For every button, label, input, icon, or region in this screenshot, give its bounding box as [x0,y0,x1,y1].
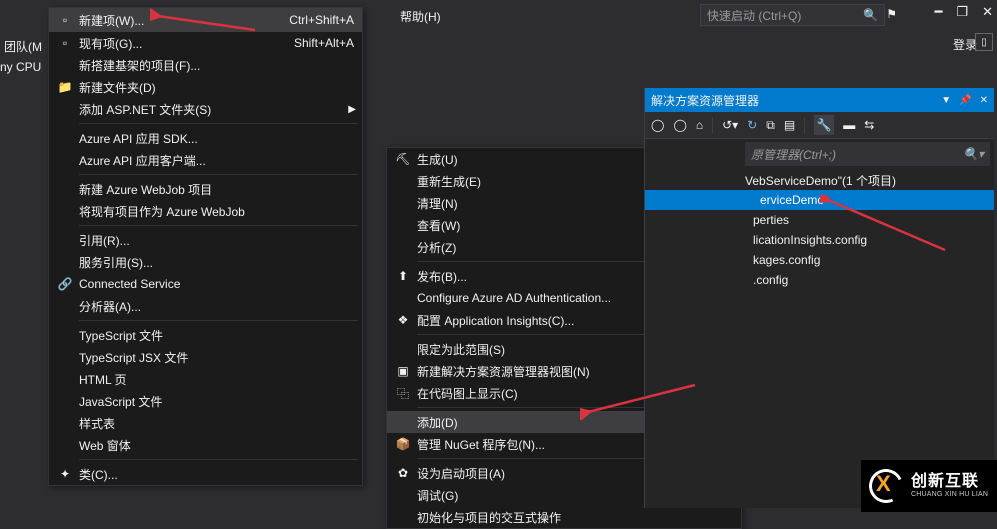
close-button[interactable]: ✕ [982,4,993,20]
quick-launch-placeholder: 快速启动 (Ctrl+Q) [707,7,801,24]
scaffold-item-menuitem[interactable]: 新搭建基架的项目(F)... [49,54,362,76]
show-all-icon[interactable]: ▤ [784,118,795,132]
startup-icon: ✿ [391,466,415,480]
connected-service-icon: 🔗 [53,277,77,291]
add-aspnet-folder-menuitem[interactable]: 添加 ASP.NET 文件夹(S) ▶ [49,98,362,120]
connected-service-menuitem[interactable]: 🔗Connected Service [49,273,362,295]
solution-tree: VebServiceDemo"(1 个项目) erviceDemo pertie… [645,168,994,290]
publish-icon: ⬆ [391,269,415,283]
azure-api-sdk-menuitem[interactable]: Azure API 应用 SDK... [49,127,362,149]
refresh-icon[interactable]: ↻ [747,118,757,132]
collapse-icon[interactable]: ⧉ [766,118,775,133]
pane-title: 解决方案资源管理器 [651,92,759,109]
solution-explorer-titlebar[interactable]: 解决方案资源管理器 ▼ 📌 ✕ [645,88,994,112]
javascript-file-menuitem[interactable]: JavaScript 文件 [49,390,362,412]
login-link[interactable]: 登录 [953,36,977,53]
nuget-icon: 📦 [391,437,415,451]
watermark-logo: X 创新互联 CHUANG XIN HU LIAN [861,460,997,512]
separator [79,459,358,460]
separator [79,174,358,175]
init-interactive-menuitem[interactable]: 初始化与项目的交互式操作 [387,506,741,528]
help-menu[interactable]: 帮助(H) [400,8,441,25]
chevron-right-icon: ▶ [348,104,356,115]
project-node[interactable]: erviceDemo [645,190,994,210]
appinsights-config-node[interactable]: licationInsights.config [645,230,994,250]
new-item-menuitem[interactable]: ▫ 新建项(W)... Ctrl+Shift+A [49,8,362,32]
avatar-icon[interactable]: ▯ [975,33,993,51]
build-icon: ⛏ [391,152,415,166]
brand-name: 创新互联 [911,473,988,491]
dropdown-icon[interactable]: ▼ [941,95,951,106]
search-icon[interactable]: 🔍 [863,8,878,22]
stylesheet-menuitem[interactable]: 样式表 [49,412,362,434]
class-icon: ✦ [53,467,77,481]
codemap-icon: ⿻ [391,385,415,402]
team-label: 团队(M [4,38,42,55]
html-page-menuitem[interactable]: HTML 页 [49,368,362,390]
solution-explorer-pane: 解决方案资源管理器 ▼ 📌 ✕ ◯ ◯ ⌂ ↺▾ ↻ ⧉ ▤ 🔧 ▬ ⇆ 原管理… [644,88,994,508]
pin-icon[interactable]: 📌 [959,95,971,106]
existing-item-menuitem[interactable]: ▫ 现有项(G)... Shift+Alt+A [49,32,362,54]
class-menuitem[interactable]: ✦类(C)... [49,463,362,485]
search-placeholder: 原管理器(Ctrl+;) [751,146,963,163]
minimize-button[interactable]: ━ [935,4,943,20]
window-buttons: ━ ❐ ✕ [935,4,993,20]
existing-as-webjob-menuitem[interactable]: 将现有项目作为 Azure WebJob [49,200,362,222]
new-item-icon: ▫ [53,13,77,27]
web-config-node[interactable]: .config [645,270,994,290]
preview-icon[interactable]: ▬ [843,118,855,132]
flag-icon[interactable]: ⚑ [886,7,897,21]
close-pane-icon[interactable]: ✕ [980,95,988,106]
separator [79,225,358,226]
typescript-file-menuitem[interactable]: TypeScript 文件 [49,324,362,346]
service-reference-menuitem[interactable]: 服务引用(S)... [49,251,362,273]
label: 新建项(W)... [77,12,289,29]
cpu-label: ny CPU [0,60,41,74]
solution-node[interactable]: VebServiceDemo"(1 个项目) [645,170,994,190]
sync-icon[interactable]: ↺▾ [722,118,738,132]
web-form-menuitem[interactable]: Web 窗体 [49,434,362,456]
app-insights-icon: ❖ [391,313,415,327]
back-icon[interactable]: ◯ [651,118,664,132]
analyzer-menuitem[interactable]: 分析器(A)... [49,295,362,317]
new-azure-webjob-menuitem[interactable]: 新建 Azure WebJob 项目 [49,178,362,200]
add-submenu: ▫ 新建项(W)... Ctrl+Shift+A ▫ 现有项(G)... Shi… [48,7,363,486]
existing-item-icon: ▫ [53,36,77,50]
toggle-icon[interactable]: ⇆ [864,118,874,132]
solution-view-icon: ▣ [391,364,415,378]
solution-search-box[interactable]: 原管理器(Ctrl+;) 🔍▾ [745,142,990,166]
typescript-jsx-file-menuitem[interactable]: TypeScript JSX 文件 [49,346,362,368]
separator [79,320,358,321]
solution-explorer-toolbar: ◯ ◯ ⌂ ↺▾ ↻ ⧉ ▤ 🔧 ▬ ⇆ [645,112,994,139]
separator [79,123,358,124]
restore-button[interactable]: ❐ [956,4,968,20]
azure-api-client-menuitem[interactable]: Azure API 应用客户端... [49,149,362,171]
shortcut: Ctrl+Shift+A [289,13,354,27]
folder-icon: 📁 [53,80,77,94]
home-icon[interactable]: ⌂ [696,118,703,132]
brand-sub: CHUANG XIN HU LIAN [911,491,988,499]
reference-menuitem[interactable]: 引用(R)... [49,229,362,251]
quick-launch-box[interactable]: 快速启动 (Ctrl+Q) 🔍 [700,4,885,26]
properties-node[interactable]: perties [645,210,994,230]
properties-icon[interactable]: 🔧 [814,115,834,135]
search-icon: 🔍▾ [963,147,984,161]
brand-icon: X [869,469,903,503]
packages-config-node[interactable]: kages.config [645,250,994,270]
new-folder-menuitem[interactable]: 📁 新建文件夹(D) [49,76,362,98]
forward-icon[interactable]: ◯ [673,118,686,132]
